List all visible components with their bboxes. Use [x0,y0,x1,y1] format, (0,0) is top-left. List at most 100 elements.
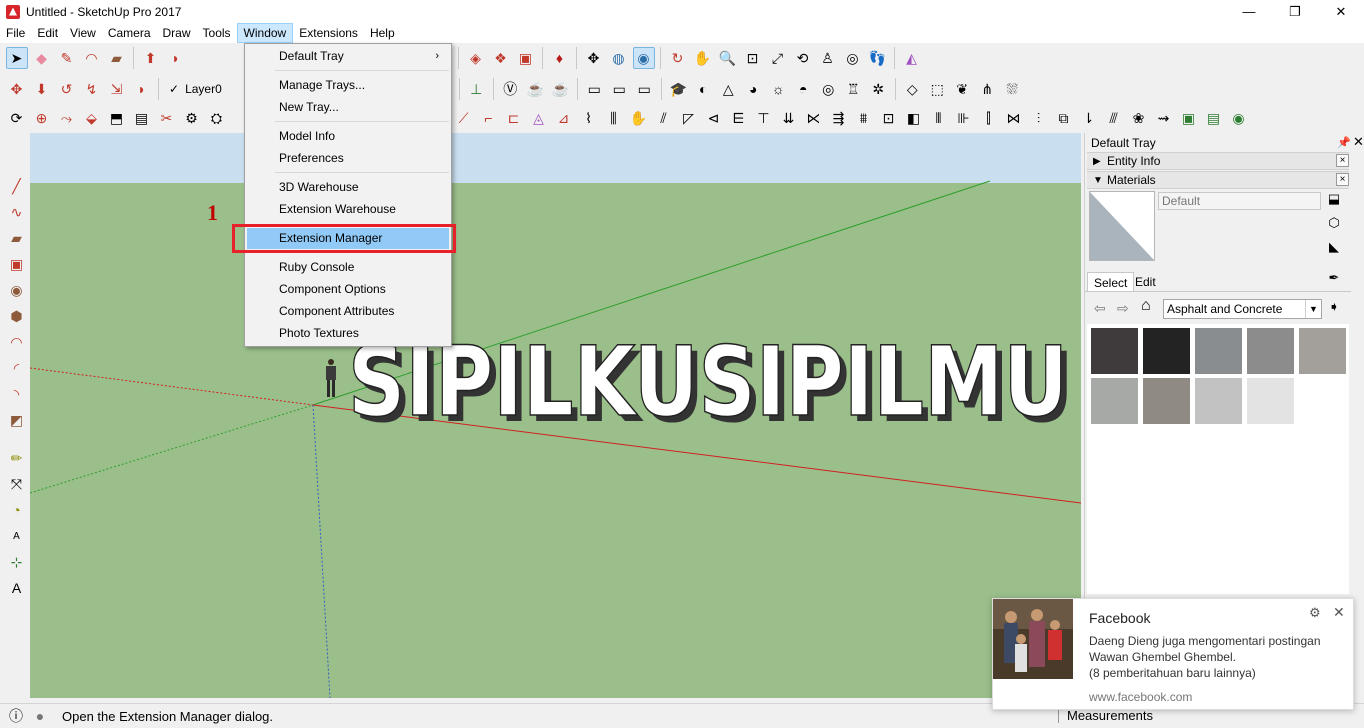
solid-union-icon[interactable]: ◍ [608,47,630,69]
3d-text-icon[interactable]: A [6,577,28,599]
layer-selector[interactable]: ✓ Layer0 [169,78,222,100]
material-swatch[interactable] [1246,377,1295,425]
arc-icon[interactable]: ◠ [81,47,103,69]
freehand-icon[interactable]: ∿ [6,201,28,223]
plugin-3-icon[interactable]: ⤳ [56,107,78,129]
materials-panel-header[interactable]: ▼ Materials × [1087,171,1349,189]
material-swatch[interactable] [1298,327,1347,375]
protractor-icon[interactable]: ◔ [6,499,28,521]
modeling-viewport[interactable]: SIPILKUSIPILMU SIPILKUSIPILMU [30,133,1081,698]
menu-window[interactable]: Window [236,23,294,43]
plugin-17-icon[interactable]: ✋ [628,107,650,129]
cone-icon[interactable]: △ [717,78,739,100]
3d-warehouse-icon[interactable]: ◈ [465,47,487,69]
orbit-icon[interactable]: ↻ [667,47,689,69]
material-swatch[interactable] [1142,327,1191,375]
entity-info-panel-header[interactable]: ▶ Entity Info × [1087,152,1349,170]
create-material-icon[interactable]: ⬡ [1325,215,1343,233]
material-library-select[interactable]: Asphalt and Concrete ▼ [1163,299,1322,319]
plugin-38-icon[interactable]: ⇝ [1153,107,1175,129]
plugin-8-icon[interactable]: ⚙ [181,107,203,129]
menu-component-options[interactable]: Component Options [247,279,449,300]
three-point-arc-icon[interactable]: ◝ [6,383,28,405]
text-tool-icon[interactable]: A [6,525,28,547]
dome-icon[interactable]: ◓ [792,78,814,100]
plugin-9-icon[interactable]: ⛭ [206,107,228,129]
plugin-28-icon[interactable]: ◧ [903,107,925,129]
menu-extensions[interactable]: Extensions [293,23,364,43]
eraser-icon[interactable]: ◆ [31,47,53,69]
move-icon[interactable]: ✥ [583,47,605,69]
plugin-16-icon[interactable]: ⫼ [603,107,625,129]
component-icon[interactable]: ⬚ [926,78,948,100]
rectangle-tool-icon[interactable]: ▰ [6,227,28,249]
plugin-2-icon[interactable]: ⊕ [31,107,53,129]
plugin-23-icon[interactable]: ⇊ [778,107,800,129]
plugin-35-icon[interactable]: ⇂ [1078,107,1100,129]
plugin-25-icon[interactable]: ⇶ [828,107,850,129]
close-button[interactable]: ✕ [1318,0,1364,23]
spire-icon[interactable]: ♖ [842,78,864,100]
zoom-tool-icon[interactable]: 🔍 [717,47,739,69]
details-arrow-icon[interactable]: ➧ [1325,299,1343,317]
sphere-icon[interactable]: ◐ [692,78,714,100]
section-plane-icon[interactable]: ◭ [901,47,923,69]
back-arrow-icon[interactable]: ⇦ [1094,300,1106,317]
eyedropper-icon[interactable]: ✒ [1325,270,1343,288]
plugin-10-icon[interactable]: ⟋ [453,107,475,129]
plugin-1-icon[interactable]: ⟳ [6,107,28,129]
menu-component-attributes[interactable]: Component Attributes [247,301,449,322]
material-swatch[interactable] [1194,327,1243,375]
material-swatch[interactable] [1194,377,1243,425]
tray-scrollbar[interactable] [1351,148,1363,598]
3d-text[interactable]: SIPILKUSIPILMU [347,325,1069,439]
plugin-21-icon[interactable]: ⋿ [728,107,750,129]
menu-3d-warehouse[interactable]: 3D Warehouse [247,177,449,198]
graduation-icon[interactable]: 🎓 [667,78,689,100]
material-swatch[interactable] [1246,327,1295,375]
maximize-button[interactable]: ❐ [1272,0,1318,23]
plugin-20-icon[interactable]: ⊲ [703,107,725,129]
line-icon[interactable]: ╱ [6,175,28,197]
xray-icon[interactable]: ◇ [901,78,923,100]
plugin-14-icon[interactable]: ⊿ [553,107,575,129]
tab-edit[interactable]: Edit [1129,272,1162,292]
teapot-icon[interactable]: ☕ [524,78,546,100]
rotated-rectangle-icon[interactable]: ▣ [6,253,28,275]
sandbox-icon[interactable]: ❦ [951,78,973,100]
arc-tool-icon[interactable]: ◠ [6,331,28,353]
scene-3-icon[interactable]: ▭ [633,78,655,100]
menu-camera[interactable]: Camera [102,23,157,43]
walk-icon[interactable]: 👣 [867,47,889,69]
extension-warehouse-icon[interactable]: ▣ [515,47,537,69]
menu-tools[interactable]: Tools [197,23,237,43]
pan-icon[interactable]: ✋ [692,47,714,69]
zoom-window-icon[interactable]: ⊡ [742,47,764,69]
plugin-6-icon[interactable]: ▤ [131,107,153,129]
select-arrow-icon[interactable]: ➤ [5,47,28,69]
solid-tools-icon[interactable]: ◉ [632,47,655,69]
position-camera-icon[interactable]: ♙ [817,47,839,69]
rotate-icon[interactable]: ↺ [56,78,78,100]
menu-default-tray[interactable]: Default Tray › [247,46,449,67]
zoom-extents-2-icon[interactable]: ⤢ [767,47,789,69]
plugin-4-icon[interactable]: ⬙ [81,107,103,129]
rectangle-icon[interactable]: ▰ [106,47,128,69]
plugin-39-icon[interactable]: ▣ [1178,107,1200,129]
stamp-icon[interactable]: ⛆ [1001,78,1023,100]
check-solid-icon[interactable]: Ⓥ [499,78,521,100]
menu-edit[interactable]: Edit [31,23,64,43]
material-swatch[interactable] [1090,327,1139,375]
plugin-41-icon[interactable]: ◉ [1228,107,1250,129]
scene-2-icon[interactable]: ▭ [608,78,630,100]
default-material-icon[interactable]: ◣ [1325,239,1343,257]
material-swatch[interactable] [1142,377,1191,425]
plugin-31-icon[interactable]: ⫿ [978,107,1000,129]
move-tool-icon[interactable]: ✥ [6,78,28,100]
materials-close-icon[interactable]: × [1336,173,1349,186]
previous-view-icon[interactable]: ⟲ [792,47,814,69]
menu-photo-textures[interactable]: Photo Textures [247,323,449,344]
plugin-12-icon[interactable]: ⊏ [503,107,525,129]
entity-info-close-icon[interactable]: × [1336,154,1349,167]
ruby-icon[interactable]: ♦ [549,47,571,69]
